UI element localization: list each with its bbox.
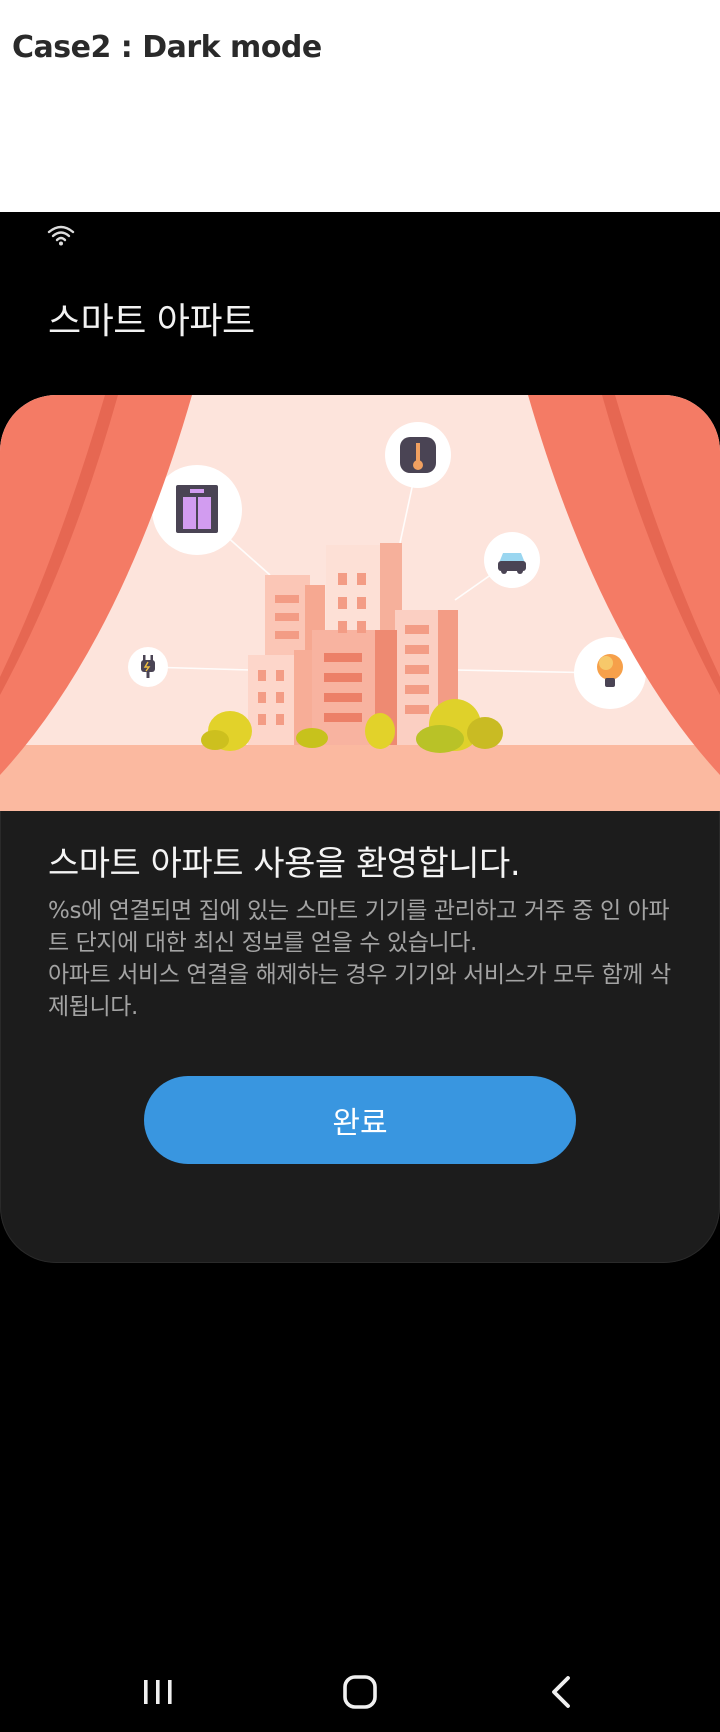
welcome-text: 스마트 아파트 사용을 환영합니다. %s에 연결되면 집에 있는 스마트 기기… <box>48 843 678 1023</box>
wifi-icon <box>47 225 75 246</box>
plug-icon <box>128 647 168 687</box>
description-connect: %s에 연결되면 집에 있는 스마트 기기를 관리하고 거주 중 인 아파트 단… <box>48 898 670 956</box>
app-title: 스마트 아파트 <box>48 301 255 342</box>
status-bar <box>46 224 76 246</box>
back-icon[interactable] <box>542 1674 582 1710</box>
recents-icon[interactable] <box>138 1674 178 1710</box>
phone-screen: 스마트 아파트 스마트 아파트 사용을 환영합니다. %s에 연결되면 집에 있… <box>0 212 720 1732</box>
home-icon[interactable] <box>340 1674 380 1710</box>
welcome-title: 스마트 아파트 사용을 환영합니다. <box>48 844 521 884</box>
navigation-bar <box>0 1652 720 1732</box>
page-caption: Case2 : Dark mode <box>12 30 322 65</box>
description-disconnect: 아파트 서비스 연결을 해제하는 경우 기기와 서비스가 모두 함께 삭제됩니다… <box>48 962 671 1020</box>
elevator-icon <box>152 465 242 555</box>
thermometer-icon <box>385 422 451 488</box>
done-button[interactable]: 완료 <box>144 1076 576 1164</box>
welcome-description: %s에 연결되면 집에 있는 스마트 기기를 관리하고 거주 중 인 아파트 단… <box>48 895 678 1023</box>
car-icon <box>484 532 540 588</box>
smart-apartment-illustration <box>0 395 720 811</box>
